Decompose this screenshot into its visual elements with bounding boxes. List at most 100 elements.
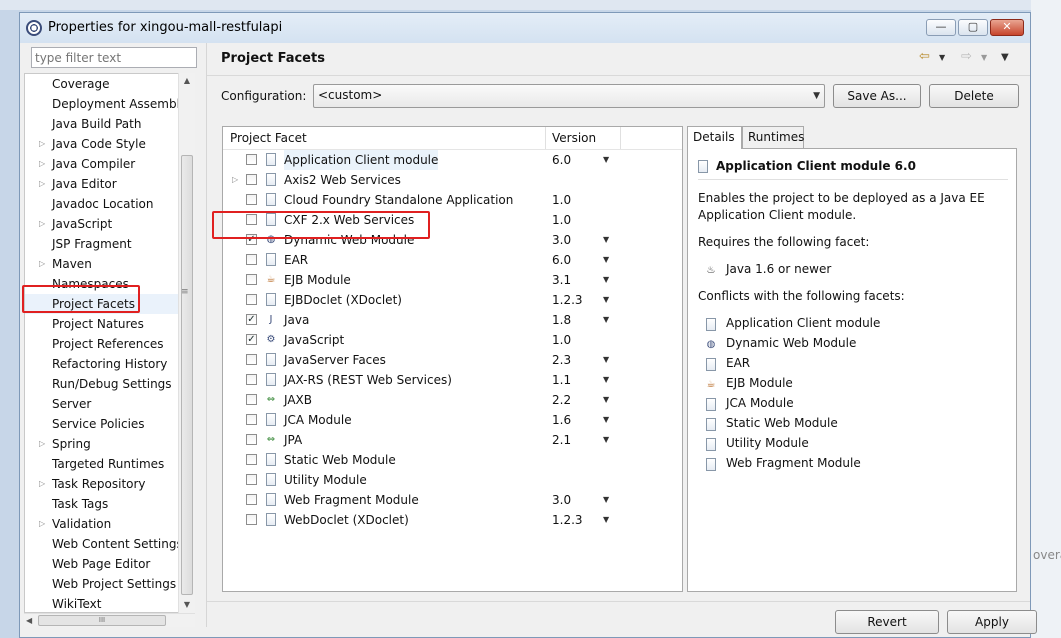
facet-row[interactable]: EAR 6.0 ▼ bbox=[223, 250, 682, 270]
tree-item[interactable]: Project References bbox=[25, 334, 181, 354]
maximize-button[interactable]: ▢ bbox=[958, 19, 988, 36]
facet-version[interactable]: 1.8 bbox=[552, 310, 571, 330]
expand-arrow-icon[interactable]: ▷ bbox=[39, 434, 45, 454]
version-chevron-down-icon[interactable]: ▼ bbox=[603, 230, 609, 250]
scroll-down-icon[interactable]: ▼ bbox=[179, 597, 195, 613]
tree-vertical-scrollbar[interactable]: ▲ ≡ ▼ bbox=[178, 73, 195, 613]
facet-version[interactable]: 1.2.3 bbox=[552, 290, 583, 310]
facet-row[interactable]: JavaServer Faces 2.3 ▼ bbox=[223, 350, 682, 370]
facet-checkbox[interactable] bbox=[246, 174, 257, 185]
facet-checkbox[interactable]: ✓ bbox=[246, 314, 257, 325]
facet-row[interactable]: Web Fragment Module 3.0 ▼ bbox=[223, 490, 682, 510]
tree-item[interactable]: Javadoc Location bbox=[25, 194, 181, 214]
expand-arrow-icon[interactable]: ▷ bbox=[39, 174, 45, 194]
facet-row[interactable]: ⇔ JPA 2.1 ▼ bbox=[223, 430, 682, 450]
version-chevron-down-icon[interactable]: ▼ bbox=[603, 390, 609, 410]
facet-checkbox[interactable] bbox=[246, 354, 257, 365]
tree-item[interactable]: ▷ Java Code Style bbox=[25, 134, 181, 154]
facet-row[interactable]: ⇔ JAXB 2.2 ▼ bbox=[223, 390, 682, 410]
tree-horizontal-scrollbar[interactable]: ◀ III bbox=[24, 613, 195, 627]
tree-item[interactable]: ▷ Spring bbox=[25, 434, 181, 454]
version-chevron-down-icon[interactable]: ▼ bbox=[603, 490, 609, 510]
facet-checkbox[interactable] bbox=[246, 474, 257, 485]
facet-checkbox[interactable] bbox=[246, 274, 257, 285]
tree-item[interactable]: ▷ Maven bbox=[25, 254, 181, 274]
tree-item[interactable]: ▷ Task Repository bbox=[25, 474, 181, 494]
facet-checkbox[interactable] bbox=[246, 454, 257, 465]
facet-checkbox[interactable] bbox=[246, 394, 257, 405]
tree-item[interactable]: ▷ Java Editor bbox=[25, 174, 181, 194]
tab-details[interactable]: Details bbox=[687, 126, 742, 149]
view-menu-chevron-down-icon[interactable]: ▼ bbox=[1001, 52, 1009, 63]
facet-row[interactable]: JCA Module 1.6 ▼ bbox=[223, 410, 682, 430]
apply-button[interactable]: Apply bbox=[947, 610, 1037, 634]
tree-item[interactable]: Web Page Editor bbox=[25, 554, 181, 574]
tree-item[interactable]: ▷ JavaScript bbox=[25, 214, 181, 234]
tree-item[interactable]: Deployment Assembly bbox=[25, 94, 181, 114]
tree-item[interactable]: Task Tags bbox=[25, 494, 181, 514]
facet-row[interactable]: EJBDoclet (XDoclet) 1.2.3 ▼ bbox=[223, 290, 682, 310]
tree-item[interactable]: Service Policies bbox=[25, 414, 181, 434]
back-menu-chevron-down-icon[interactable]: ▼ bbox=[939, 53, 945, 62]
facet-row[interactable]: Application Client module 6.0 ▼ bbox=[223, 150, 682, 170]
facet-checkbox[interactable] bbox=[246, 434, 257, 445]
expand-arrow-icon[interactable]: ▷ bbox=[232, 170, 238, 190]
facet-row[interactable]: Cloud Foundry Standalone Application 1.0 bbox=[223, 190, 682, 210]
expand-arrow-icon[interactable]: ▷ bbox=[39, 474, 45, 494]
facet-version[interactable]: 1.0 bbox=[552, 210, 571, 230]
version-chevron-down-icon[interactable]: ▼ bbox=[603, 310, 609, 330]
tree-item[interactable]: ▷ Java Compiler bbox=[25, 154, 181, 174]
version-chevron-down-icon[interactable]: ▼ bbox=[603, 290, 609, 310]
facet-version[interactable]: 1.0 bbox=[552, 330, 571, 350]
revert-button[interactable]: Revert bbox=[835, 610, 939, 634]
facet-row[interactable]: Static Web Module bbox=[223, 450, 682, 470]
version-chevron-down-icon[interactable]: ▼ bbox=[603, 370, 609, 390]
version-chevron-down-icon[interactable]: ▼ bbox=[603, 270, 609, 290]
facet-version[interactable]: 2.1 bbox=[552, 430, 571, 450]
expand-arrow-icon[interactable]: ▷ bbox=[39, 254, 45, 274]
facet-checkbox[interactable] bbox=[246, 374, 257, 385]
facet-version[interactable]: 3.0 bbox=[552, 490, 571, 510]
delete-button[interactable]: Delete bbox=[929, 84, 1019, 108]
save-as-button[interactable]: Save As... bbox=[833, 84, 921, 108]
facet-version[interactable]: 6.0 bbox=[552, 150, 571, 170]
facet-version[interactable]: 1.2.3 bbox=[552, 510, 583, 530]
facet-checkbox[interactable] bbox=[246, 494, 257, 505]
title-bar[interactable]: Properties for xingou-mall-restfulapi — … bbox=[20, 13, 1030, 43]
tree-item[interactable]: Project Natures bbox=[25, 314, 181, 334]
facet-checkbox[interactable] bbox=[246, 294, 257, 305]
facet-version[interactable]: 1.1 bbox=[552, 370, 571, 390]
forward-arrow-icon[interactable]: ⇨ bbox=[961, 49, 972, 64]
facet-checkbox[interactable] bbox=[246, 414, 257, 425]
version-chevron-down-icon[interactable]: ▼ bbox=[603, 410, 609, 430]
expand-arrow-icon[interactable]: ▷ bbox=[39, 214, 45, 234]
facet-version[interactable]: 2.3 bbox=[552, 350, 571, 370]
tree-item[interactable]: Refactoring History bbox=[25, 354, 181, 374]
facet-version[interactable]: 1.0 bbox=[552, 190, 571, 210]
scroll-up-icon[interactable]: ▲ bbox=[179, 73, 195, 89]
facet-checkbox[interactable] bbox=[246, 194, 257, 205]
tree-item[interactable]: Coverage bbox=[25, 74, 181, 94]
facet-row[interactable]: ✓ ⚙ JavaScript 1.0 bbox=[223, 330, 682, 350]
facet-row[interactable]: ✓ J Java 1.8 ▼ bbox=[223, 310, 682, 330]
version-chevron-down-icon[interactable]: ▼ bbox=[603, 510, 609, 530]
facet-row[interactable]: JAX-RS (REST Web Services) 1.1 ▼ bbox=[223, 370, 682, 390]
facet-version[interactable]: 2.2 bbox=[552, 390, 571, 410]
version-chevron-down-icon[interactable]: ▼ bbox=[603, 250, 609, 270]
facet-row[interactable]: ☕ EJB Module 3.1 ▼ bbox=[223, 270, 682, 290]
minimize-button[interactable]: — bbox=[926, 19, 956, 36]
tab-runtimes[interactable]: Runtimes bbox=[742, 126, 804, 148]
horizontal-scrollbar-thumb[interactable]: III bbox=[38, 615, 166, 626]
facet-version[interactable]: 3.0 bbox=[552, 230, 571, 250]
configuration-combo[interactable]: <custom> ▼ bbox=[313, 84, 825, 108]
scrollbar-thumb[interactable] bbox=[181, 155, 193, 595]
back-arrow-icon[interactable]: ⇦ bbox=[919, 49, 930, 64]
tree-item[interactable]: ▷ Validation bbox=[25, 514, 181, 534]
filter-input[interactable] bbox=[31, 47, 197, 68]
facet-checkbox[interactable]: ✓ bbox=[246, 334, 257, 345]
facet-version[interactable]: 6.0 bbox=[552, 250, 571, 270]
facet-checkbox[interactable] bbox=[246, 514, 257, 525]
version-chevron-down-icon[interactable]: ▼ bbox=[603, 350, 609, 370]
column-header-version[interactable]: Version bbox=[552, 131, 596, 145]
tree-item[interactable]: Targeted Runtimes bbox=[25, 454, 181, 474]
